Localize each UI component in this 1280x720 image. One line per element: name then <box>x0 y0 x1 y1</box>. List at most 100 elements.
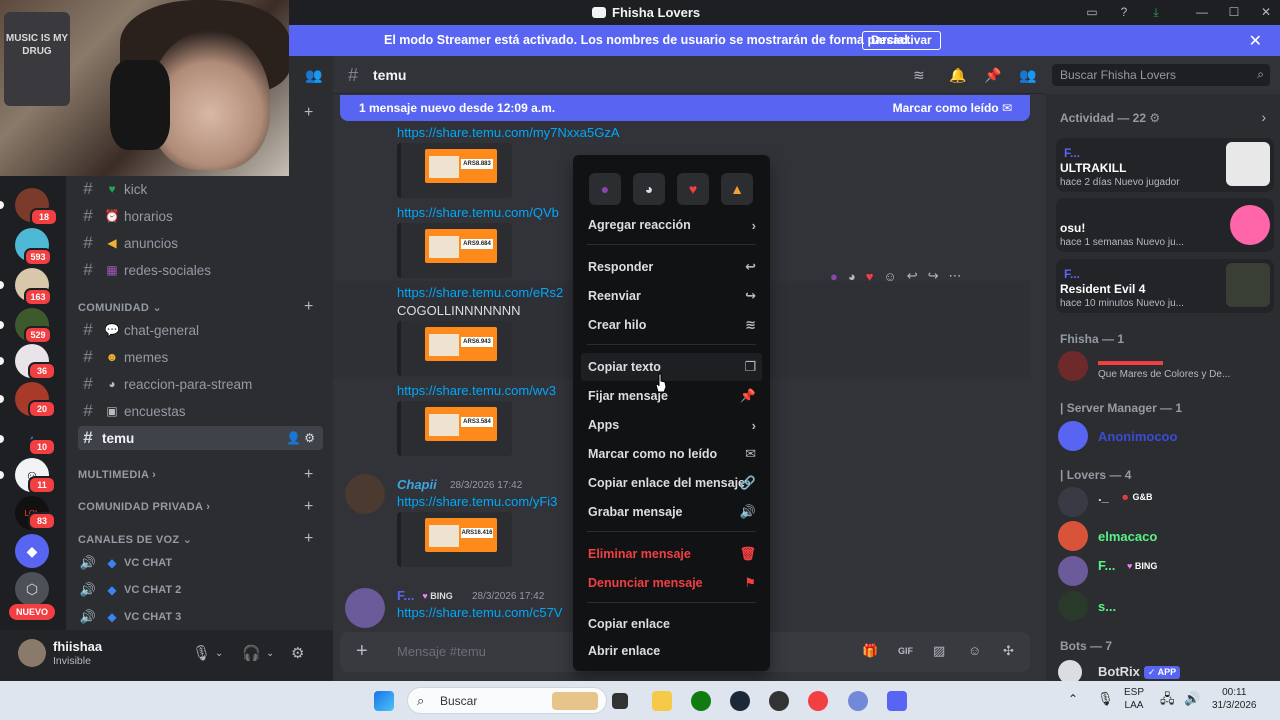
chevron-up-icon[interactable]: ⌃ <box>1068 693 1078 706</box>
gift-icon[interactable]: 🎁 <box>862 643 878 659</box>
fire-icon[interactable]: ▲ <box>721 173 753 205</box>
voice-channel-vc-chat-3[interactable]: 🔊 ◆ VC CHAT 3 <box>78 605 323 629</box>
link-embed[interactable]: ARS9.684 <box>397 223 512 278</box>
deactivate-button[interactable]: Desactivar <box>862 31 941 50</box>
menu-reply[interactable]: Responder ↩ <box>581 253 762 281</box>
member-row[interactable]: elmacaco <box>1058 521 1272 553</box>
member-row[interactable]: ▬▬▬▬▬ Que Mares de Colores y De... <box>1058 351 1272 383</box>
server-icon[interactable]: ◆ <box>15 534 49 568</box>
link-embed[interactable]: ARS16.416 <box>397 512 512 567</box>
message-input[interactable]: Mensaje #temu <box>397 644 486 659</box>
eggplant-icon[interactable]: ● <box>830 269 838 284</box>
invite-icon[interactable]: 👤 <box>286 431 301 445</box>
taskbar-search[interactable]: ⌕ Buscar <box>407 687 607 714</box>
member-row[interactable]: Anonimocoo <box>1058 421 1272 453</box>
activity-card[interactable]: osu! hace 1 semanas Nuevo ju... <box>1056 198 1274 252</box>
more-icon[interactable]: ⋯ <box>949 268 962 284</box>
member-list-icon[interactable]: 👥 <box>1019 67 1036 84</box>
menu-copy-text[interactable]: Copiar texto ❐ <box>581 353 762 381</box>
channel-redes-sociales[interactable]: # ▦ redes-sociales <box>78 258 323 282</box>
download-icon[interactable]: ⤓ <box>1148 5 1164 19</box>
add-channel-icon[interactable]: + <box>304 498 313 516</box>
channel-temu[interactable]: # temu 👤 ⚙ <box>78 426 323 450</box>
add-channel-icon[interactable]: + <box>304 298 313 316</box>
apps-icon[interactable]: ✣ <box>1003 643 1014 659</box>
close-window-button[interactable]: ✕ <box>1258 5 1274 19</box>
gif-icon[interactable]: GIF <box>898 646 913 656</box>
channel-memes[interactable]: # ☻ memes <box>78 345 323 369</box>
chevron-down-icon[interactable]: ⌄ <box>215 648 223 659</box>
menu-record-message[interactable]: Grabar mensaje 🔊 <box>581 498 762 526</box>
windows-start-icon[interactable] <box>374 691 394 711</box>
channel-anuncios[interactable]: # ◀ anuncios <box>78 231 323 255</box>
discord-taskbar-icon[interactable] <box>887 691 907 711</box>
maximize-button[interactable]: ☐ <box>1226 5 1242 19</box>
add-channel-icon[interactable]: + <box>304 104 313 122</box>
steam-icon[interactable] <box>730 691 750 711</box>
sticker-icon[interactable]: ▨ <box>933 643 945 659</box>
microphone-icon[interactable]: 🎙 <box>1097 692 1114 705</box>
emoji-icon[interactable]: ☺ <box>968 643 981 658</box>
category-canales-de-voz[interactable]: CANALES DE VOZ ⌄ <box>78 533 192 546</box>
avatar[interactable] <box>18 639 46 667</box>
message-link[interactable]: https://share.temu.com/yFi3 <box>397 494 557 509</box>
avatar-emoji-icon[interactable]: ◕ <box>633 173 665 205</box>
threads-icon[interactable]: ≋ <box>913 67 925 84</box>
menu-add-reaction[interactable]: Agregar reacción › <box>581 211 762 239</box>
menu-report-message[interactable]: Denunciar mensaje ⚑ <box>581 569 762 597</box>
eggplant-icon[interactable]: ● <box>589 173 621 205</box>
channel-chat-general[interactable]: # 💬 chat-general <box>78 318 323 342</box>
friends-icon[interactable]: 👥 <box>305 67 322 84</box>
opera-icon[interactable] <box>808 691 828 711</box>
add-attachment-button[interactable]: + <box>356 640 368 663</box>
menu-forward[interactable]: Reenviar ↪ <box>581 282 762 310</box>
message-link[interactable]: https://share.temu.com/QVb <box>397 205 559 220</box>
file-explorer-icon[interactable] <box>652 691 672 711</box>
menu-pin-message[interactable]: Fijar mensaje 📌 <box>581 382 762 410</box>
app-icon[interactable] <box>848 691 868 711</box>
inbox-icon[interactable]: ▭ <box>1084 5 1100 19</box>
search-input[interactable]: Buscar Fhisha Lovers ⌕ <box>1052 64 1270 86</box>
gear-icon[interactable]: ⚙ <box>304 431 315 445</box>
link-embed[interactable]: ARS6.943 <box>397 321 512 376</box>
menu-mark-unread[interactable]: Marcar como no leído ✉ <box>581 440 762 468</box>
message-author[interactable]: F... ♥ BING <box>397 588 457 603</box>
menu-copy-message-link[interactable]: Copiar enlace del mensaje 🔗 <box>581 469 762 497</box>
avatar-emoji-icon[interactable]: ◕ <box>848 269 856 284</box>
menu-copy-link[interactable]: Copiar enlace <box>581 610 762 638</box>
task-view-icon[interactable] <box>612 693 628 709</box>
menu-open-link[interactable]: Abrir enlace <box>581 637 762 665</box>
gear-icon[interactable]: ⚙ <box>291 644 304 662</box>
new-messages-bar[interactable]: 1 mensaje nuevo desde 12:09 a.m. Marcar … <box>340 95 1030 121</box>
add-channel-icon[interactable]: + <box>304 466 313 484</box>
chevron-right-icon[interactable]: › <box>1261 109 1266 125</box>
channel-horarios[interactable]: # ⏰ horarios <box>78 204 323 228</box>
headphones-icon[interactable]: 🎧 <box>242 644 261 662</box>
message-link[interactable]: https://share.temu.com/c57V <box>397 605 562 620</box>
category-multimedia[interactable]: MULTIMEDIA › <box>78 469 156 481</box>
member-row[interactable]: ._ ☻ G&B <box>1058 487 1272 519</box>
activity-card[interactable]: F... ULTRAKILL hace 2 días Nuevo jugador <box>1056 138 1274 192</box>
channel-kick[interactable]: # ♥ kick <box>78 177 323 201</box>
menu-apps[interactable]: Apps › <box>581 411 762 439</box>
voice-channel-vc-chat-2[interactable]: 🔊 ◆ VC CHAT 2 <box>78 578 323 602</box>
bell-icon[interactable]: 🔔 <box>949 67 966 84</box>
message-link[interactable]: https://share.temu.com/my7Nxxa5GzA <box>397 125 620 140</box>
add-reaction-icon[interactable]: ☺ <box>883 269 896 284</box>
member-row[interactable]: F... ♥ BING <box>1058 556 1272 588</box>
message-author[interactable]: Chapii <box>397 477 437 492</box>
member-row[interactable]: s... <box>1058 591 1272 623</box>
menu-create-thread[interactable]: Crear hilo ≋ <box>581 311 762 339</box>
forward-icon[interactable]: ↪ <box>928 268 939 284</box>
link-embed[interactable]: ARS3.584 <box>397 401 512 456</box>
minimize-button[interactable]: — <box>1194 5 1210 19</box>
network-icon[interactable]: 🖧 <box>1160 692 1175 705</box>
activity-card[interactable]: F... Resident Evil 4 hace 10 minutos Nue… <box>1056 259 1274 313</box>
menu-delete-message[interactable]: Eliminar mensaje 🗑 <box>581 540 762 568</box>
language-indicator[interactable]: ESP LAA <box>1124 686 1144 712</box>
mark-read-button[interactable]: Marcar como leído ✉ <box>893 101 1012 115</box>
category-comunidad-privada[interactable]: COMUNIDAD PRIVADA › <box>78 501 210 513</box>
volume-icon[interactable]: 🔊 <box>1184 692 1200 705</box>
help-icon[interactable]: ? <box>1116 5 1132 19</box>
link-embed[interactable]: ARS8.883 <box>397 143 512 198</box>
